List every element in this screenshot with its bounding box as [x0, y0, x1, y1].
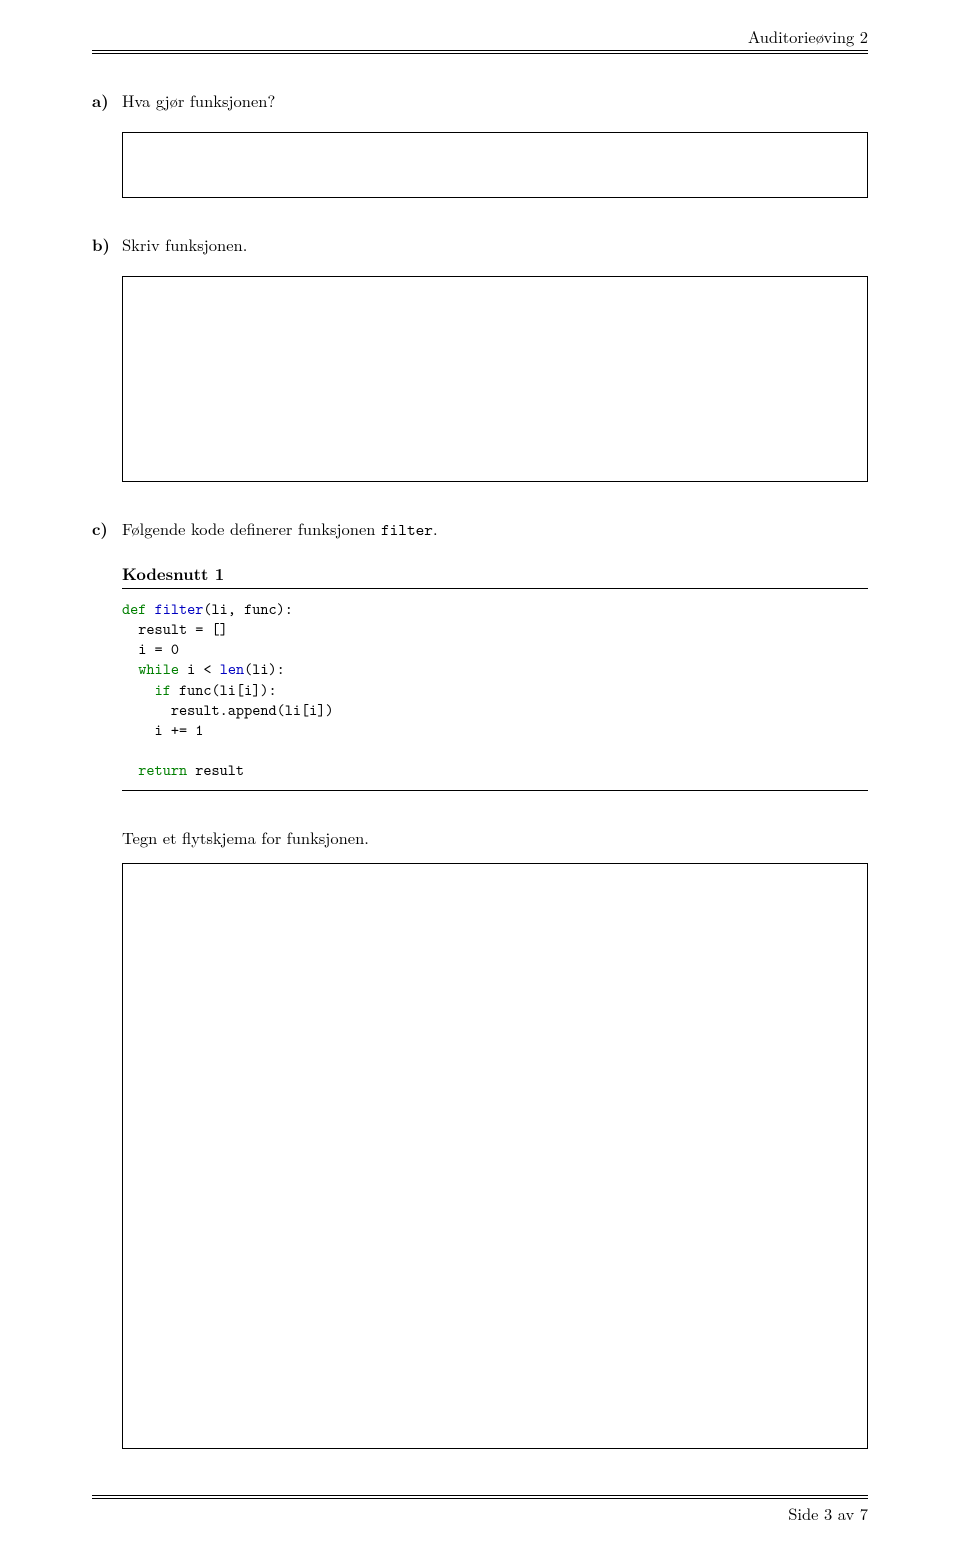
answer-box-a-wrap [122, 132, 868, 198]
question-a-text: Hva gjør funksjonen? [122, 88, 868, 112]
post-snippet-text: Tegn et flytskjema for funksjonen. [122, 825, 868, 849]
code-l7: i += 1 [122, 719, 203, 740]
code-fn-filter: filter [155, 598, 204, 619]
question-c-text: Følgende kode definerer funksjonen filte… [122, 516, 868, 541]
code-l4-ind [122, 658, 138, 679]
question-b-label: b) [92, 232, 122, 256]
page-content: Auditorieøving 2 a) Hva gjør funksjonen?… [0, 0, 960, 1449]
answer-box-b [122, 276, 868, 482]
code-l6: result.append(li[i]) [122, 699, 334, 720]
question-b: b) Skriv funksjonen. [92, 232, 868, 256]
code-l1-rest: (li, func): [203, 598, 293, 619]
code-l9-rest: result [187, 759, 244, 780]
page-footer: Side 3 av 7 [92, 1495, 868, 1525]
question-c-pre: Følgende kode definerer funksjonen [122, 516, 381, 540]
footer-text: Side 3 av 7 [788, 1501, 868, 1525]
answer-box-a [122, 132, 868, 198]
code-l3: i = 0 [122, 638, 179, 659]
question-c: c) Følgende kode definerer funksjonen fi… [92, 516, 868, 541]
code-kw-while: while [138, 658, 179, 679]
question-c-post: . [433, 516, 438, 540]
answer-box-c [122, 863, 868, 1449]
question-a-label: a) [92, 88, 122, 112]
code-kw-return: return [138, 759, 187, 780]
code-l4-end: (li): [244, 658, 285, 679]
code-block: def filter(li, func): result = [] i = 0 … [122, 599, 868, 791]
answer-box-c-wrap [122, 863, 868, 1449]
code-kw-def: def [122, 598, 146, 619]
header-title: Auditorieøving 2 [748, 24, 868, 48]
question-c-label: c) [92, 516, 122, 541]
answer-box-b-wrap [122, 276, 868, 482]
code-l5-ind [122, 679, 155, 700]
code-l4-rest: i < [179, 658, 220, 679]
page-header: Auditorieøving 2 [92, 24, 868, 54]
code-l2: result = [] [122, 618, 228, 639]
code-fn-len: len [220, 658, 244, 679]
snippet-label: Kodesnutt 1 [122, 561, 868, 589]
question-c-code: filter [381, 519, 433, 541]
code-l5-rest: func(li[i]): [171, 679, 277, 700]
question-b-text: Skriv funksjonen. [122, 232, 868, 256]
question-a: a) Hva gjør funksjonen? [92, 88, 868, 112]
code-kw-if: if [155, 679, 171, 700]
code-l9-ind [122, 759, 138, 780]
